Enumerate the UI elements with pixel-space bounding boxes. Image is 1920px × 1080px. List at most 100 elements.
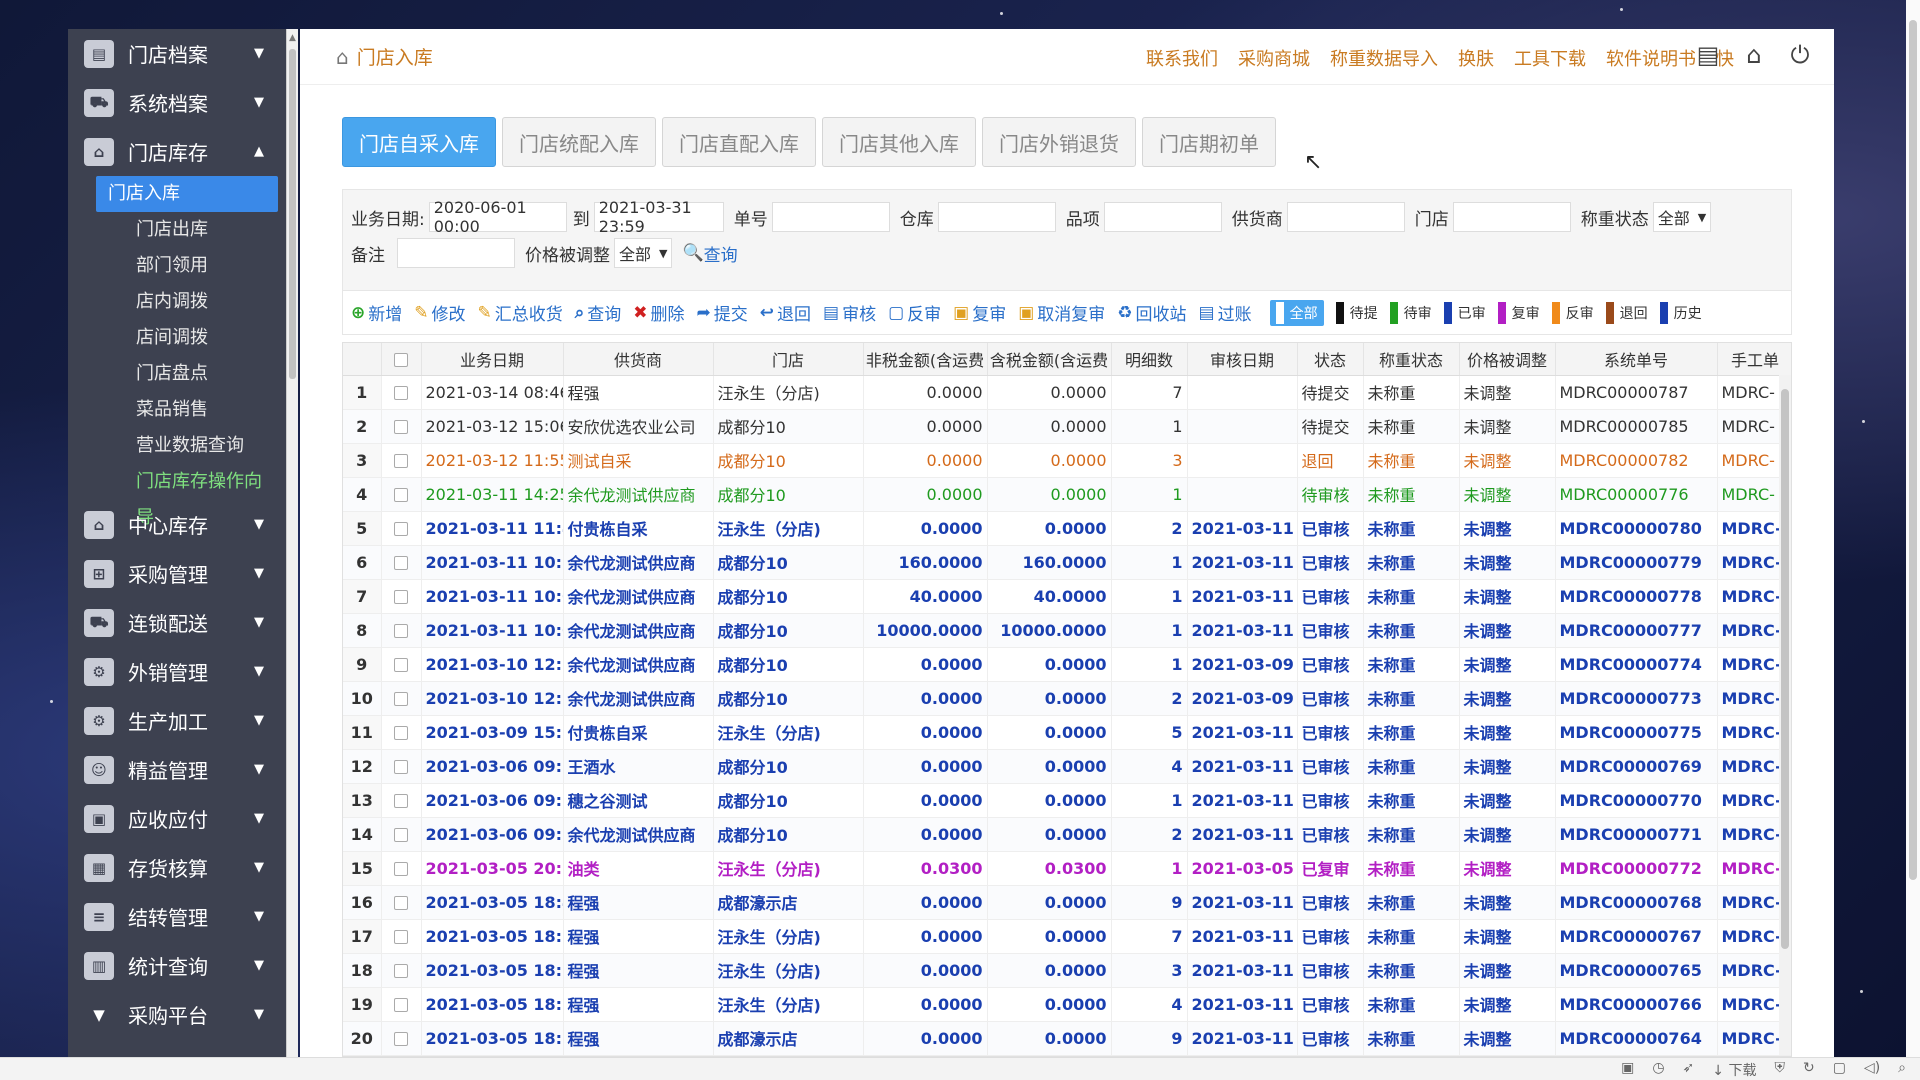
legend-returned[interactable]: 退回 xyxy=(1605,301,1648,324)
weigh-status-select[interactable]: 全部 ▼ xyxy=(1652,202,1712,232)
row-checkbox[interactable] xyxy=(381,783,422,818)
cancel-recheck-button[interactable]: ▣ 取消复审 xyxy=(1018,300,1105,326)
table-row[interactable]: 182021-03-05 18:29程强汪永生（分店)0.00000.00003… xyxy=(343,953,1791,988)
table-row[interactable]: 72021-03-11 10:06余代龙测试供应商成都分1040.000040.… xyxy=(343,579,1791,614)
legend-all[interactable]: 全部 xyxy=(1269,299,1324,326)
home-icon[interactable]: ⌂ xyxy=(336,45,349,69)
sidebar-item-store-inbound[interactable]: 门店入库 xyxy=(96,176,278,212)
query-button[interactable]: ⌕ 查询 xyxy=(575,300,622,326)
table-row[interactable]: 112021-03-09 15:34付贵栋自采汪永生（分店)0.00000.00… xyxy=(343,715,1791,750)
table-row[interactable]: 2 2021-03-12 15:06 安欣优选农业公司 成都分10 0.0000 0.00… xyxy=(343,409,1791,444)
scroll-thumb[interactable] xyxy=(1909,20,1917,880)
approve-button[interactable]: ▤ 审核 xyxy=(823,300,876,326)
link-contact[interactable]: 联系我们 xyxy=(1146,45,1218,71)
row-checkbox[interactable] xyxy=(381,919,422,954)
menu-production[interactable]: ⚙ 生产加工 ▼ xyxy=(68,696,286,745)
link-tools[interactable]: 工具下载 xyxy=(1514,45,1586,71)
table-row[interactable]: 102021-03-10 12:18余代龙测试供应商成都分100.00000.0… xyxy=(343,681,1791,716)
table-row[interactable]: 202021-03-05 18:26程强成都濠示店0.00000.0000920… xyxy=(343,1021,1791,1056)
summary-receive-button[interactable]: ✎ 汇总收货 xyxy=(478,300,563,326)
table-row[interactable]: 52021-03-11 11:41付贵栋自采汪永生（分店)0.00000.000… xyxy=(343,511,1791,546)
link-manual[interactable]: 软件说明书 xyxy=(1606,45,1696,71)
col-status[interactable]: 状态 xyxy=(1297,343,1364,376)
unapprove-button[interactable]: ▢ 反审 xyxy=(888,300,941,326)
row-checkbox[interactable] xyxy=(381,545,422,580)
table-row[interactable]: 172021-03-05 18:33程强汪永生（分店)0.00000.00007… xyxy=(343,919,1791,954)
link-skin[interactable]: 换肤 xyxy=(1458,45,1494,71)
legend-unapproved[interactable]: 反审 xyxy=(1551,301,1594,324)
row-checkbox[interactable] xyxy=(381,987,422,1022)
col-gross-amount[interactable]: 含税金额(含运费 xyxy=(987,343,1112,376)
post-button[interactable]: ▤ 过账 xyxy=(1199,300,1252,326)
legend-history[interactable]: 历史 xyxy=(1659,301,1702,324)
col-store[interactable]: 门店 xyxy=(713,343,864,376)
shield-icon[interactable]: ⛨ xyxy=(1774,1060,1785,1080)
add-button[interactable]: ⊕ 新增 xyxy=(351,300,402,326)
table-row[interactable]: 82021-03-11 10:05余代龙测试供应商成都分1010000.0000… xyxy=(343,613,1791,648)
sidebar-scrollbar[interactable]: ▲ xyxy=(286,29,298,1057)
table-row[interactable]: 1 2021-03-14 08:46 程强 汪永生（分店) 0.0000 0.0000 7 待… xyxy=(343,375,1791,410)
download-button[interactable]: ↓ 下载 xyxy=(1712,1060,1756,1080)
tab-external-return[interactable]: 门店外销退货 xyxy=(982,117,1136,167)
table-row[interactable]: 3 2021-03-12 11:55 测试自采 成都分10 0.0000 0.0000 3 退… xyxy=(343,443,1791,478)
row-checkbox[interactable] xyxy=(381,477,422,512)
tab-other-inbound[interactable]: 门店其他入库 xyxy=(822,117,976,167)
scroll-thumb[interactable] xyxy=(289,49,296,379)
sidebar-item-business-query[interactable]: 营业数据查询 xyxy=(96,428,278,464)
col-lines[interactable]: 明细数 xyxy=(1111,343,1188,376)
row-checkbox[interactable] xyxy=(381,1021,422,1056)
link-mall[interactable]: 采购商城 xyxy=(1238,45,1310,71)
menu-receivable-payable[interactable]: ▣ 应收应付 ▼ xyxy=(68,794,286,843)
menu-store-inventory[interactable]: ⌂ 门店库存 ▲ xyxy=(68,127,286,176)
tab-direct-distribution[interactable]: 门店直配入库 xyxy=(662,117,816,167)
sidebar-item-dept-requisition[interactable]: 部门领用 xyxy=(96,248,278,284)
col-weigh-status[interactable]: 称重状态 xyxy=(1363,343,1460,376)
col-manual-no[interactable]: 手工单 xyxy=(1717,343,1791,376)
sidebar-item-inventory-guide[interactable]: 门店库存操作向导 xyxy=(96,464,278,528)
row-checkbox[interactable] xyxy=(381,443,422,478)
order-no-input[interactable] xyxy=(771,202,890,232)
legend-approved[interactable]: 已审 xyxy=(1443,301,1486,324)
row-checkbox[interactable] xyxy=(381,579,422,614)
menu-purchase-platform[interactable]: ▼ 采购平台 ▼ xyxy=(68,990,286,1039)
row-checkbox[interactable] xyxy=(381,715,422,750)
row-checkbox[interactable] xyxy=(381,409,422,444)
table-row[interactable]: 152021-03-05 20:16油类汪永生（分店)0.03000.03001… xyxy=(343,851,1791,886)
search-icon[interactable]: ⌕ xyxy=(1898,1060,1906,1080)
store-input[interactable] xyxy=(1452,202,1571,232)
menu-chain-distribution[interactable]: ⛟ 连锁配送 ▼ xyxy=(68,598,286,647)
recycle-bin-button[interactable]: ♻ 回收站 xyxy=(1117,300,1186,326)
table-row[interactable]: 122021-03-06 09:34王酒水成都分100.00000.000042… xyxy=(343,749,1791,784)
clock-icon[interactable]: ◷ xyxy=(1652,1060,1664,1080)
menu-external-sales[interactable]: ⚙ 外销管理 ▼ xyxy=(68,647,286,696)
power-icon[interactable]: ⏻ xyxy=(1786,41,1814,69)
search-button[interactable]: 🔍 查询 xyxy=(682,241,737,266)
legend-rechecked[interactable]: 复审 xyxy=(1497,301,1540,324)
row-checkbox[interactable] xyxy=(381,613,422,648)
table-row[interactable]: 162021-03-05 18:44程强成都濠示店0.00000.0000920… xyxy=(343,885,1791,920)
start-date-input[interactable]: 2020-06-01 00:00 xyxy=(428,198,567,236)
price-adjust-select[interactable]: 全部 ▼ xyxy=(614,238,673,268)
row-checkbox[interactable] xyxy=(381,851,422,886)
col-price-adjust[interactable]: 价格被调整 xyxy=(1459,343,1556,376)
table-row[interactable]: 62021-03-11 10:28余代龙测试供应商成都分10160.000016… xyxy=(343,545,1791,580)
keyboard-icon[interactable]: ▤ xyxy=(1694,41,1722,69)
menu-inventory-accounting[interactable]: ▦ 存货核算 ▼ xyxy=(68,843,286,892)
select-all-checkbox[interactable] xyxy=(381,343,422,376)
row-checkbox[interactable] xyxy=(381,681,422,716)
table-row[interactable]: 132021-03-06 09:34穗之谷测试成都分100.00000.0000… xyxy=(343,783,1791,818)
menu-system-archive[interactable]: ⛟ 系统档案 ▼ xyxy=(68,78,286,127)
end-date-input[interactable]: 2021-03-31 23:59 xyxy=(593,198,724,236)
table-row[interactable]: 192021-03-05 18:28程强汪永生（分店)0.00000.00004… xyxy=(343,987,1791,1022)
tab-unified-distribution[interactable]: 门店统配入库 xyxy=(502,117,656,167)
supplier-input[interactable] xyxy=(1286,202,1405,232)
table-row[interactable]: 92021-03-10 12:21余代龙测试供应商成都分100.00000.00… xyxy=(343,647,1791,682)
recheck-button[interactable]: ▣ 复审 xyxy=(953,300,1006,326)
home-icon[interactable]: ⌂ xyxy=(1740,41,1768,69)
menu-statistics[interactable]: ▥ 统计查询 ▼ xyxy=(68,941,286,990)
return-button[interactable]: ↩ 退回 xyxy=(760,300,811,326)
legend-pending[interactable]: 待提 xyxy=(1335,301,1378,324)
scroll-thumb[interactable] xyxy=(1781,389,1789,949)
window-icon[interactable]: ▢ xyxy=(1833,1060,1846,1080)
rocket-icon[interactable]: ➶ xyxy=(1683,1060,1695,1080)
